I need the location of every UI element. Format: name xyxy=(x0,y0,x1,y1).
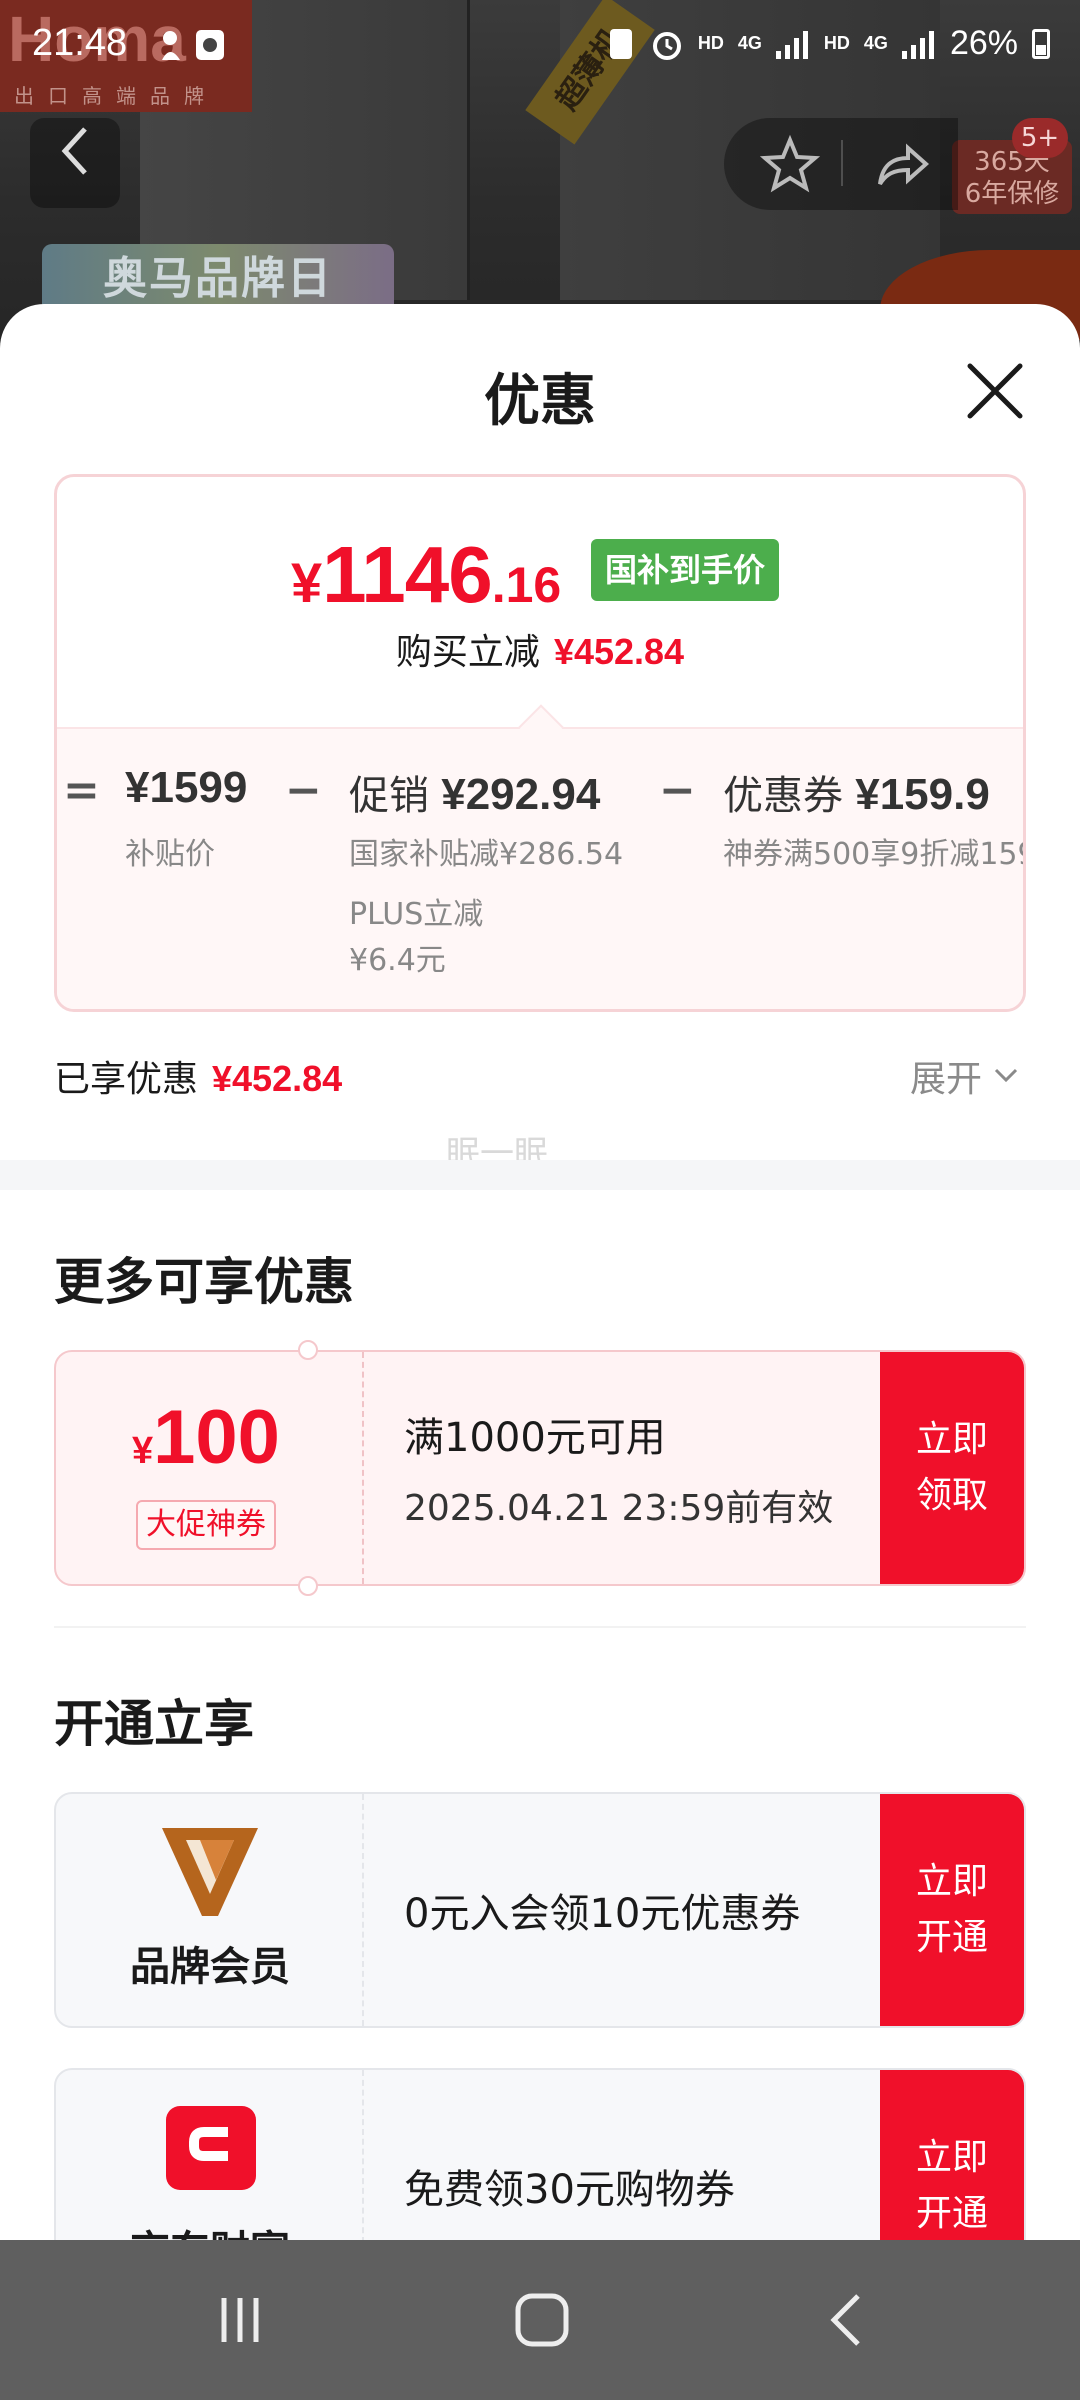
reduction-label: 购买立减 xyxy=(395,632,540,673)
action-divider xyxy=(841,140,843,186)
battery-percent: 26% xyxy=(949,24,1018,62)
recycle-icon xyxy=(609,28,632,59)
subsidy-price-tag: 国补到手价 xyxy=(591,539,780,601)
brand-member-name: 品牌会员 xyxy=(130,1944,290,1990)
brand-v-logo-icon xyxy=(162,1828,258,1916)
close-icon[interactable] xyxy=(960,356,1030,426)
join-button-line-1: 立即 xyxy=(915,1861,988,1902)
enjoyed-amount: ¥452.84 xyxy=(212,1058,343,1099)
join-card-jd-finance: 京东财富 免费领30元购物券 立即开通 xyxy=(54,2068,1026,2240)
enjoyed-label: 已享优惠 xyxy=(54,1059,199,1100)
chevron-down-icon xyxy=(994,1068,1018,1083)
join-button-line-2: 开通 xyxy=(915,1917,988,1958)
status-bar: 21:48 HD 4G HD 4G 26% xyxy=(0,0,1080,100)
brand-member-desc: 0元入会领10元优惠券 xyxy=(404,1891,801,1937)
jd-finance-name: 京东财富 xyxy=(56,2218,364,2240)
signal-icon xyxy=(775,30,808,59)
claim-button-line-2: 领取 xyxy=(915,1475,988,1516)
alarm-icon xyxy=(652,31,681,60)
coupon-detail: 神券满500享9折减159 xyxy=(723,837,1026,872)
claim-button-line-1: 立即 xyxy=(915,1419,988,1460)
more-offers-title: 更多可享优惠 xyxy=(54,1253,354,1311)
coupon-amount: ¥100 xyxy=(132,1394,280,1481)
join-card-brand-member: 品牌会员 0元入会领10元优惠券 立即开通 xyxy=(54,1792,1026,2028)
final-price-decimal: .16 xyxy=(491,557,562,613)
join-title: 开通立享 xyxy=(54,1695,254,1753)
signal-icon-2 xyxy=(901,30,934,59)
coupon-value: ¥159.9 xyxy=(855,770,990,819)
coupon-notch-top xyxy=(298,1340,318,1360)
recent-apps-icon[interactable] xyxy=(210,2290,270,2350)
claim-coupon-button[interactable]: 立即 领取 xyxy=(880,1352,1024,1584)
coupon-value-area: ¥100 大促神券 xyxy=(56,1352,364,1584)
coupon-info: 满1000元可用 2025.04.21 23:59前有效 xyxy=(404,1352,833,1584)
chevron-left-icon xyxy=(61,127,87,175)
warranty-line-2: 6年保修 xyxy=(964,179,1060,209)
join-brand-member-button[interactable]: 立即 开通 xyxy=(880,1794,1024,2026)
jd-finance-logo-area: 京东财富 xyxy=(56,2070,364,2240)
base-price-label: 补贴价 xyxy=(125,837,215,872)
share-icon[interactable] xyxy=(874,134,934,194)
expand-button[interactable]: 展开 xyxy=(910,1050,1020,1102)
price-card: ¥1146.16 国补到手价 购买立减 ¥452.84 = ¥1599 补贴价 −… xyxy=(54,474,1026,1012)
expand-label: 展开 xyxy=(910,1059,983,1100)
product-actions xyxy=(724,118,958,210)
minus-sign-1: − xyxy=(285,765,322,816)
hd-label-2: HD xyxy=(823,33,850,53)
system-navigation-bar xyxy=(0,2240,1080,2400)
promo-detail-plus: PLUS立减 xyxy=(349,897,484,932)
price-summary: ¥1146.16 国补到手价 购买立减 ¥452.84 xyxy=(57,477,1023,727)
purchase-reduction: 购买立减 ¥452.84 xyxy=(57,623,1023,675)
4g-label-2: 4G xyxy=(863,33,888,53)
back-button[interactable] xyxy=(30,118,120,208)
join-jd-button-line-1: 立即 xyxy=(915,2137,988,2178)
cart-badge: 5+ xyxy=(1012,118,1068,158)
coupon-tag: 大促神券 xyxy=(136,1500,276,1550)
reduction-amount: ¥452.84 xyxy=(553,631,685,672)
brand-member-logo-area: 品牌会员 xyxy=(56,1794,364,2026)
coupon-notch-bottom xyxy=(298,1576,318,1596)
promo-total: 促销 ¥292.94 xyxy=(349,763,600,821)
notification-app-icon xyxy=(162,30,224,60)
coupon-card: ¥100 大促神券 满1000元可用 2025.04.21 23:59前有效 立… xyxy=(54,1350,1026,1586)
minus-sign-2: − xyxy=(659,765,696,816)
final-price: ¥1146.16 xyxy=(291,529,561,621)
battery-icon xyxy=(1032,28,1050,59)
section-gap xyxy=(0,1160,1080,1190)
final-price-integer: 1146 xyxy=(322,530,493,619)
section-divider xyxy=(54,1626,1026,1628)
coupon-expiry: 2025.04.21 23:59前有效 xyxy=(404,1488,834,1529)
jd-finance-info: 免费领30元购物券 xyxy=(404,2070,735,2240)
home-icon[interactable] xyxy=(512,2290,572,2350)
base-price-value: ¥1599 xyxy=(125,763,248,812)
equals-sign: = xyxy=(63,765,100,816)
coupon-condition: 满1000元可用 xyxy=(404,1415,666,1461)
price-breakdown: = ¥1599 补贴价 − 促销 ¥292.94 国家补贴减¥286.54 PL… xyxy=(57,727,1026,1009)
join-jd-button-line-2: 开通 xyxy=(915,2193,988,2234)
coupon-amount-value: 100 xyxy=(153,1395,280,1480)
status-right-group: HD 4G HD 4G 26% xyxy=(606,24,1050,63)
sheet-title: 优惠 xyxy=(484,369,596,434)
brand-member-info: 0元入会领10元优惠券 xyxy=(404,1794,800,2026)
coupon-total: 优惠券 ¥159.9 xyxy=(723,763,990,821)
notification-icons xyxy=(158,26,228,74)
coupon-label: 优惠券 xyxy=(723,773,843,819)
hd-label-1: HD xyxy=(697,33,724,53)
promo-detail-national: 国家补贴减¥286.54 xyxy=(349,837,624,872)
back-nav-icon[interactable] xyxy=(820,2290,880,2350)
jd-finance-desc: 免费领30元购物券 xyxy=(404,2167,735,2213)
coupon-currency: ¥ xyxy=(132,1430,154,1472)
final-price-currency: ¥ xyxy=(291,551,323,614)
discount-sheet: 优惠 ¥1146.16 国补到手价 购买立减 ¥452.84 = ¥1599 补贴… xyxy=(0,304,1080,2240)
status-time: 21:48 xyxy=(32,22,128,64)
promo-detail-plus-amount: ¥6.4元 xyxy=(349,943,446,978)
4g-label-1: 4G xyxy=(737,33,762,53)
enjoyed-discount: 已享优惠 ¥452.84 xyxy=(54,1050,342,1102)
star-icon[interactable] xyxy=(760,134,820,194)
promo-label: 促销 xyxy=(349,773,429,819)
promo-value: ¥292.94 xyxy=(441,770,601,819)
jd-finance-logo-icon xyxy=(166,2106,256,2190)
join-jd-finance-button[interactable]: 立即 开通 xyxy=(880,2070,1024,2240)
